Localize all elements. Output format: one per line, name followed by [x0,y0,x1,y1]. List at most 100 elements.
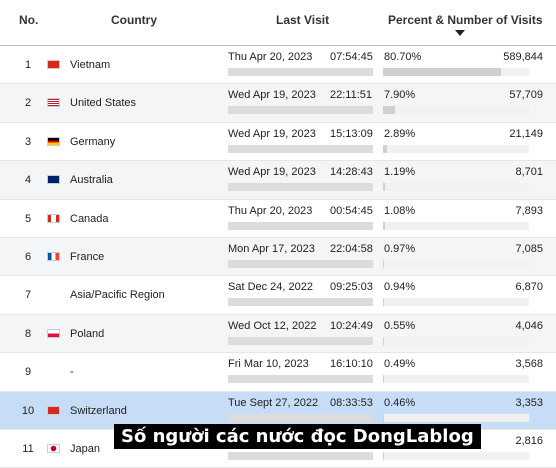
visit-share-bar [383,259,529,268]
row-number: 2 [24,97,32,110]
visit-share-bar [383,375,529,384]
row-number: 9 [24,366,32,379]
visit-percent: 80.70% [384,51,422,63]
last-visit-date: Wed Apr 19, 2023 [228,127,316,140]
country-name: Asia/Pacific Region [70,289,165,302]
visit-share-fill [383,413,384,422]
last-visit-bar [228,221,373,230]
visit-count: 589,844 [503,51,543,63]
visit-share-fill [383,298,385,307]
visit-percent: 1.19% [384,166,416,179]
last-visit-date: Wed Apr 19, 2023 [228,166,316,179]
last-visit-date: Fri Mar 10, 2023 [228,358,309,371]
visit-count: 7,085 [515,242,543,255]
column-header-percent-visits[interactable]: Percent & Number of Visits [388,13,543,27]
column-header-country[interactable]: Country [111,13,157,27]
visit-percent: 0.46% [384,396,416,409]
row-number: 6 [24,250,32,263]
visit-share-bar [383,221,529,230]
visit-share-bar [383,183,529,192]
visit-share-fill [383,336,384,345]
table-row[interactable]: 1 Vietnam Thu Apr 20, 2023 07:54:45 80.70% 58… [0,46,556,85]
table-row[interactable]: 2 United States Wed Apr 19, 2023 22:11:51 7.… [0,84,556,123]
sort-descending-icon[interactable] [455,30,465,36]
last-visit-time: 22:11:51 [330,89,373,102]
country-name: Germany [70,135,116,148]
row-number: 11 [22,442,34,455]
row-number: 8 [24,327,32,340]
last-visit-date: Thu Apr 20, 2023 [228,204,313,217]
last-visit-bar [228,183,373,192]
visit-share-bar [383,68,529,76]
country-name: Australia [70,174,113,187]
canada-flag-icon [47,213,60,223]
visit-percent: 0.55% [384,319,416,332]
last-visit-date: Sat Dec 24, 2022 [228,281,314,294]
table-row[interactable]: 9 - Fri Mar 10, 2023 16:10:10 0.49% 3,568 [0,353,556,392]
last-visit-bar [228,106,373,115]
visits-table: No. Country Last Visit Percent & Number … [0,0,556,468]
visit-share-fill [383,106,395,115]
last-visit-date: Thu Apr 20, 2023 [228,51,313,63]
table-row[interactable]: 5 Canada Thu Apr 20, 2023 00:54:45 1.08% 7,89… [0,200,556,238]
column-header-last-visit[interactable]: Last Visit [276,13,329,27]
last-visit-bar [228,68,373,76]
table-row[interactable]: 3 Germany Wed Apr 19, 2023 15:13:09 2.89% 21,… [0,123,556,162]
country-name: Poland [70,327,105,340]
visit-share-bar [383,451,529,460]
country-name: France [70,250,105,263]
last-visit-bar [228,413,373,422]
visit-share-fill [383,144,388,153]
visit-share-fill [383,221,385,230]
visit-count: 6,870 [515,281,543,294]
last-visit-time: 22:04:58 [330,242,373,255]
vietnam-flag-icon [47,60,60,69]
country-name: United States [70,97,137,110]
last-visit-date: Mon Apr 17, 2023 [228,242,315,255]
visit-share-fill [383,183,385,192]
visit-share-bar [383,298,529,307]
country-name: - [70,366,74,379]
visit-percent: 7.90% [384,89,416,102]
table-row[interactable]: 8 Poland Wed Oct 12, 2022 10:24:49 0.55% 4,04… [0,314,556,354]
last-visit-time: 15:13:09 [330,127,373,140]
column-header-no[interactable]: No. [19,13,38,27]
japan-flag-icon [47,443,60,453]
visit-count: 3,353 [515,396,543,409]
country-name: Vietnam [70,59,111,71]
last-visit-time: 10:24:49 [330,319,373,332]
row-number: 3 [24,135,32,148]
visit-count: 7,893 [515,204,543,217]
visit-percent: 0.94% [384,281,416,294]
visit-count: 57,709 [509,89,543,102]
visit-percent: 0.97% [384,242,416,255]
table-body: 1 Vietnam Thu Apr 20, 2023 07:54:45 80.70% 58… [0,46,556,468]
table-row[interactable]: 4 Australia Wed Apr 19, 2023 14:28:43 1.19% 8… [0,161,556,200]
table-row[interactable]: 7 Asia/Pacific Region Sat Dec 24, 2022 09:2… [0,276,556,315]
visit-share-fill [383,451,384,460]
visit-count: 8,701 [515,166,543,179]
caption-overlay: Số người các nước đọc DongLablog [114,424,481,449]
australia-flag-icon [47,175,60,185]
switzerland-flag-icon [47,405,60,415]
last-visit-date: Wed Oct 12, 2022 [228,319,317,332]
visit-count: 2,816 [515,434,543,447]
visit-percent: 2.89% [384,127,416,140]
visit-share-fill [383,375,384,384]
row-number: 7 [24,289,32,302]
germany-flag-icon [47,136,60,146]
row-number: 10 [21,404,35,417]
last-visit-bar [228,336,373,345]
visit-percent: 0.49% [384,358,416,371]
united-states-flag-icon [47,98,60,108]
visit-share-bar [383,336,529,345]
visit-share-fill [383,259,385,268]
visit-count: 21,149 [509,127,543,140]
visit-count: 3,568 [515,358,543,371]
last-visit-bar [228,375,373,384]
last-visit-bar [228,451,373,460]
table-row[interactable]: 6 France Mon Apr 17, 2023 22:04:58 0.97% 7,08… [0,237,556,277]
row-number: 1 [24,59,32,71]
visit-share-bar [383,413,529,422]
last-visit-date: Wed Apr 19, 2023 [228,89,316,102]
